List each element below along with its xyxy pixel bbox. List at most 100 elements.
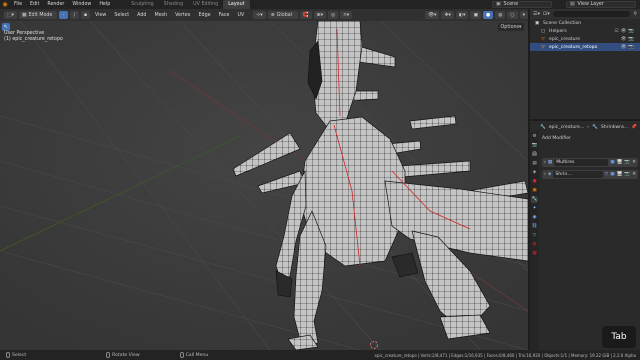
- gizmo-toggle[interactable]: ✥▾: [441, 11, 454, 19]
- pin-icon[interactable]: 📌: [631, 125, 637, 130]
- snap-toggle[interactable]: 🧲: [299, 11, 312, 19]
- menu-uv[interactable]: UV: [234, 13, 247, 18]
- outliner-row-epic-creature-retopo[interactable]: ▽ epic_creature_retopo 👁📷: [530, 43, 640, 51]
- outliner-row-helpers[interactable]: ▢ Helpers ☑👁📷: [530, 27, 640, 35]
- modifier-row-shrinkwrap[interactable]: › ◈ Shrin... ▽ ▣ 🖥 📷 ✕: [542, 170, 638, 179]
- overlays-toggle[interactable]: ◐▾: [455, 11, 469, 19]
- modifier-row-multires[interactable]: › ▦ Multires ▣ 🖥 📷 ✕: [542, 158, 638, 167]
- status-call-menu-label: Call Menu: [185, 352, 209, 358]
- add-modifier-button[interactable]: Add Modifier: [542, 136, 571, 141]
- blender-logo-icon[interactable]: ◉: [0, 0, 10, 9]
- modifier-delete-icon[interactable]: ✕: [632, 172, 636, 177]
- select-box-tool-icon[interactable]: ↖: [2, 23, 10, 31]
- menu-mesh[interactable]: Mesh: [151, 13, 170, 18]
- keycast-overlay: Tab: [602, 326, 636, 348]
- options-dropdown[interactable]: Options ▾: [498, 23, 524, 31]
- tab-texture-icon[interactable]: ▦: [531, 250, 538, 257]
- tab-object-icon[interactable]: ▣: [531, 187, 538, 194]
- edit-mode-icon: ▦: [21, 12, 27, 18]
- status-select: Select: [6, 352, 26, 358]
- scene-statistics: epic_creature_retopo | Verts:2/8,471 | E…: [374, 352, 636, 358]
- menu-edit[interactable]: Edit: [26, 2, 43, 7]
- mouse-left-icon: [6, 352, 10, 358]
- render-toggle-icon[interactable]: 📷: [624, 160, 630, 165]
- shading-options-button[interactable]: ▾: [519, 11, 528, 19]
- outliner-row-scene-collection[interactable]: ▣ Scene Collection: [530, 19, 640, 27]
- outliner-editor-icon[interactable]: ☰▾: [533, 11, 540, 17]
- modifier-delete-icon[interactable]: ✕: [632, 160, 636, 165]
- cage-toggle-icon[interactable]: ▽: [605, 172, 609, 177]
- menu-render[interactable]: Render: [43, 2, 68, 7]
- tab-render-icon[interactable]: 📷: [531, 142, 538, 149]
- viewport-toggle-icon[interactable]: 🖥: [617, 160, 623, 165]
- tab-modifiers-icon[interactable]: 🔧: [531, 196, 538, 203]
- outliner-row-label: epic_creature: [549, 36, 581, 42]
- viewport-visibility-button[interactable]: 👁▾: [424, 11, 440, 19]
- proportional-edit-toggle[interactable]: ◎: [328, 11, 339, 19]
- snap-options-button[interactable]: ⊞▾: [313, 11, 327, 19]
- filter-icon[interactable]: ⚲: [633, 11, 637, 17]
- menu-window[interactable]: Window: [68, 2, 95, 7]
- collection-icon: ▢: [540, 28, 546, 34]
- properties-tabs: ⚙ 📷 🖨 ▤ ◈ ● ▣ 🔧 ✦ ◉ ⛓ ▽ ◍ ▦: [530, 131, 539, 351]
- vertex-select-button[interactable]: ⋅: [58, 11, 68, 19]
- menu-help[interactable]: Help: [95, 2, 114, 7]
- tab-particles-icon[interactable]: ✦: [531, 205, 538, 212]
- viewport-canvas: [0, 21, 528, 350]
- shading-material-button[interactable]: ◍: [495, 11, 506, 19]
- render-toggle-icon[interactable]: 📷: [624, 172, 630, 177]
- expand-arrow-icon[interactable]: ›: [544, 160, 546, 165]
- menu-file[interactable]: File: [10, 2, 26, 7]
- visibility-icons[interactable]: 👁📷: [620, 37, 636, 42]
- scene-selector[interactable]: ▣ Scene: [492, 1, 552, 8]
- tab-material-icon[interactable]: ◍: [531, 241, 538, 248]
- tab-view-layer-icon[interactable]: ▤: [531, 160, 538, 167]
- menu-add[interactable]: Add: [134, 13, 149, 18]
- face-select-button[interactable]: ▪: [80, 11, 90, 19]
- outliner-panel: ☰▾ ⊡▾ ⚲ ▣ Scene Collection ▢ Helpers ☑👁📷…: [530, 9, 640, 119]
- tab-sculpting[interactable]: Sculpting: [126, 0, 158, 9]
- tab-world-icon[interactable]: ●: [531, 178, 538, 185]
- mode-selector[interactable]: ▦ Edit Mode: [18, 11, 57, 19]
- shading-rendered-button[interactable]: ○: [507, 11, 518, 19]
- xray-toggle[interactable]: ▣: [470, 11, 482, 19]
- menu-view[interactable]: View: [92, 13, 109, 18]
- modifier-name-field[interactable]: Multires: [554, 159, 609, 166]
- transform-orientation-selector[interactable]: ⊕ Global: [267, 11, 298, 19]
- mode-label: Edit Mode: [28, 12, 53, 18]
- tab-data-icon[interactable]: ▽: [531, 232, 538, 239]
- tab-constraints-icon[interactable]: ⛓: [531, 223, 538, 230]
- tab-shading[interactable]: Shading: [159, 0, 189, 9]
- menu-edge[interactable]: Edge: [196, 13, 214, 18]
- mouse-right-icon: [179, 352, 184, 358]
- outliner-display-mode-icon[interactable]: ⊡▾: [543, 11, 550, 17]
- edge-select-button[interactable]: ∕: [69, 11, 79, 19]
- menu-face[interactable]: Face: [216, 13, 233, 18]
- menu-vertex[interactable]: Vertex: [172, 13, 193, 18]
- workspace-tabs: Sculpting Shading UV Editing Layout: [126, 0, 250, 9]
- menu-select[interactable]: Select: [111, 13, 132, 18]
- proportional-falloff-button[interactable]: ∩▾: [340, 11, 353, 19]
- expand-arrow-icon[interactable]: ›: [544, 172, 546, 177]
- editmode-toggle-icon[interactable]: ▣: [610, 160, 614, 165]
- outliner-row-epic-creature[interactable]: ▽ epic_creature 👁📷: [530, 35, 640, 43]
- view-layer-selector[interactable]: ▤ View Layer: [566, 1, 636, 8]
- editor-type-button[interactable]: ⬚▾: [4, 11, 17, 19]
- tab-tool-icon[interactable]: ⚙: [531, 133, 538, 140]
- tab-layout[interactable]: Layout: [223, 0, 250, 9]
- shading-solid-button[interactable]: ●: [483, 11, 494, 19]
- editmode-toggle-icon[interactable]: ▣: [610, 172, 614, 177]
- tab-uv-editing[interactable]: UV Editing: [188, 0, 223, 9]
- visibility-icons[interactable]: 👁📷: [620, 45, 636, 50]
- shrinkwrap-icon: ◈: [547, 172, 552, 177]
- tab-scene-icon[interactable]: ◈: [531, 169, 538, 176]
- modifier-name-field[interactable]: Shrin...: [553, 171, 603, 178]
- pivot-point-button[interactable]: ⊹▾: [253, 11, 266, 19]
- tab-physics-icon[interactable]: ◉: [531, 214, 538, 221]
- 3d-viewport[interactable]: [0, 21, 528, 350]
- tab-output-icon[interactable]: 🖨: [531, 151, 538, 158]
- visibility-icons[interactable]: ☑👁📷: [614, 29, 636, 34]
- outliner-search-input[interactable]: [552, 11, 631, 17]
- viewport-toggle-icon[interactable]: 🖥: [617, 172, 623, 177]
- scene-icon: ▣: [496, 2, 501, 7]
